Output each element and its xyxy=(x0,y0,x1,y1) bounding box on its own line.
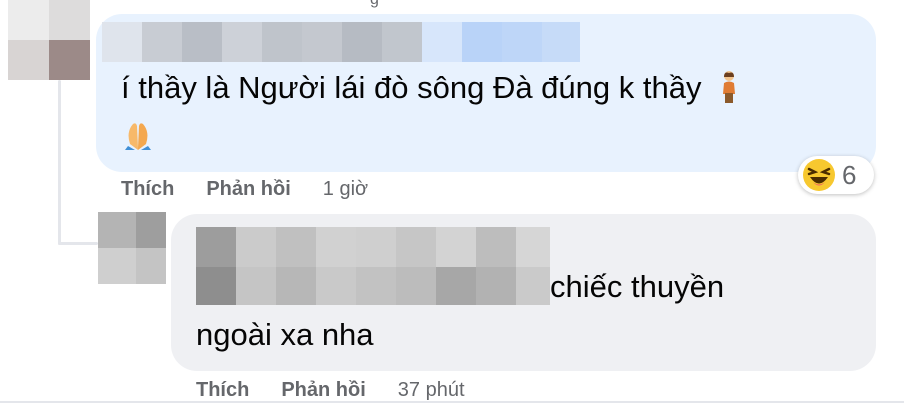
thread-line xyxy=(58,80,61,245)
comment-actions: Thích Phản hồi 1 giờ xyxy=(121,178,368,201)
reply-actions: Thích Phản hồi 37 phút xyxy=(196,379,465,402)
reply-text-line: chiếc thuyền xyxy=(550,269,725,304)
avatar[interactable] xyxy=(98,212,166,284)
like-button[interactable]: Thích xyxy=(196,379,249,402)
folded-hands-emoji-icon xyxy=(121,120,155,157)
reaction-badge[interactable]: 6 xyxy=(798,156,874,194)
reply-text-line: ngoài xa nha xyxy=(196,317,374,352)
avatar[interactable] xyxy=(8,0,90,80)
person-emoji-icon xyxy=(723,71,736,103)
timestamp[interactable]: 1 giờ xyxy=(323,178,368,201)
reply-button[interactable]: Phản hồi xyxy=(206,178,290,201)
laugh-emoji-icon xyxy=(803,159,835,191)
reply-button[interactable]: Phản hồi xyxy=(281,379,365,402)
timestamp[interactable]: 37 phút xyxy=(398,379,465,402)
comment-text-line: í thầy là Người lái đò sông Đà đúng k th… xyxy=(121,64,742,111)
thread-connector xyxy=(58,242,98,245)
reaction-count: 6 xyxy=(842,159,857,190)
blurred-comment-text xyxy=(196,267,550,305)
cut-off-text-fragment: g xyxy=(370,0,379,9)
blurred-author-name[interactable] xyxy=(102,22,580,62)
blurred-author-name[interactable] xyxy=(196,227,550,267)
like-button[interactable]: Thích xyxy=(121,178,174,201)
